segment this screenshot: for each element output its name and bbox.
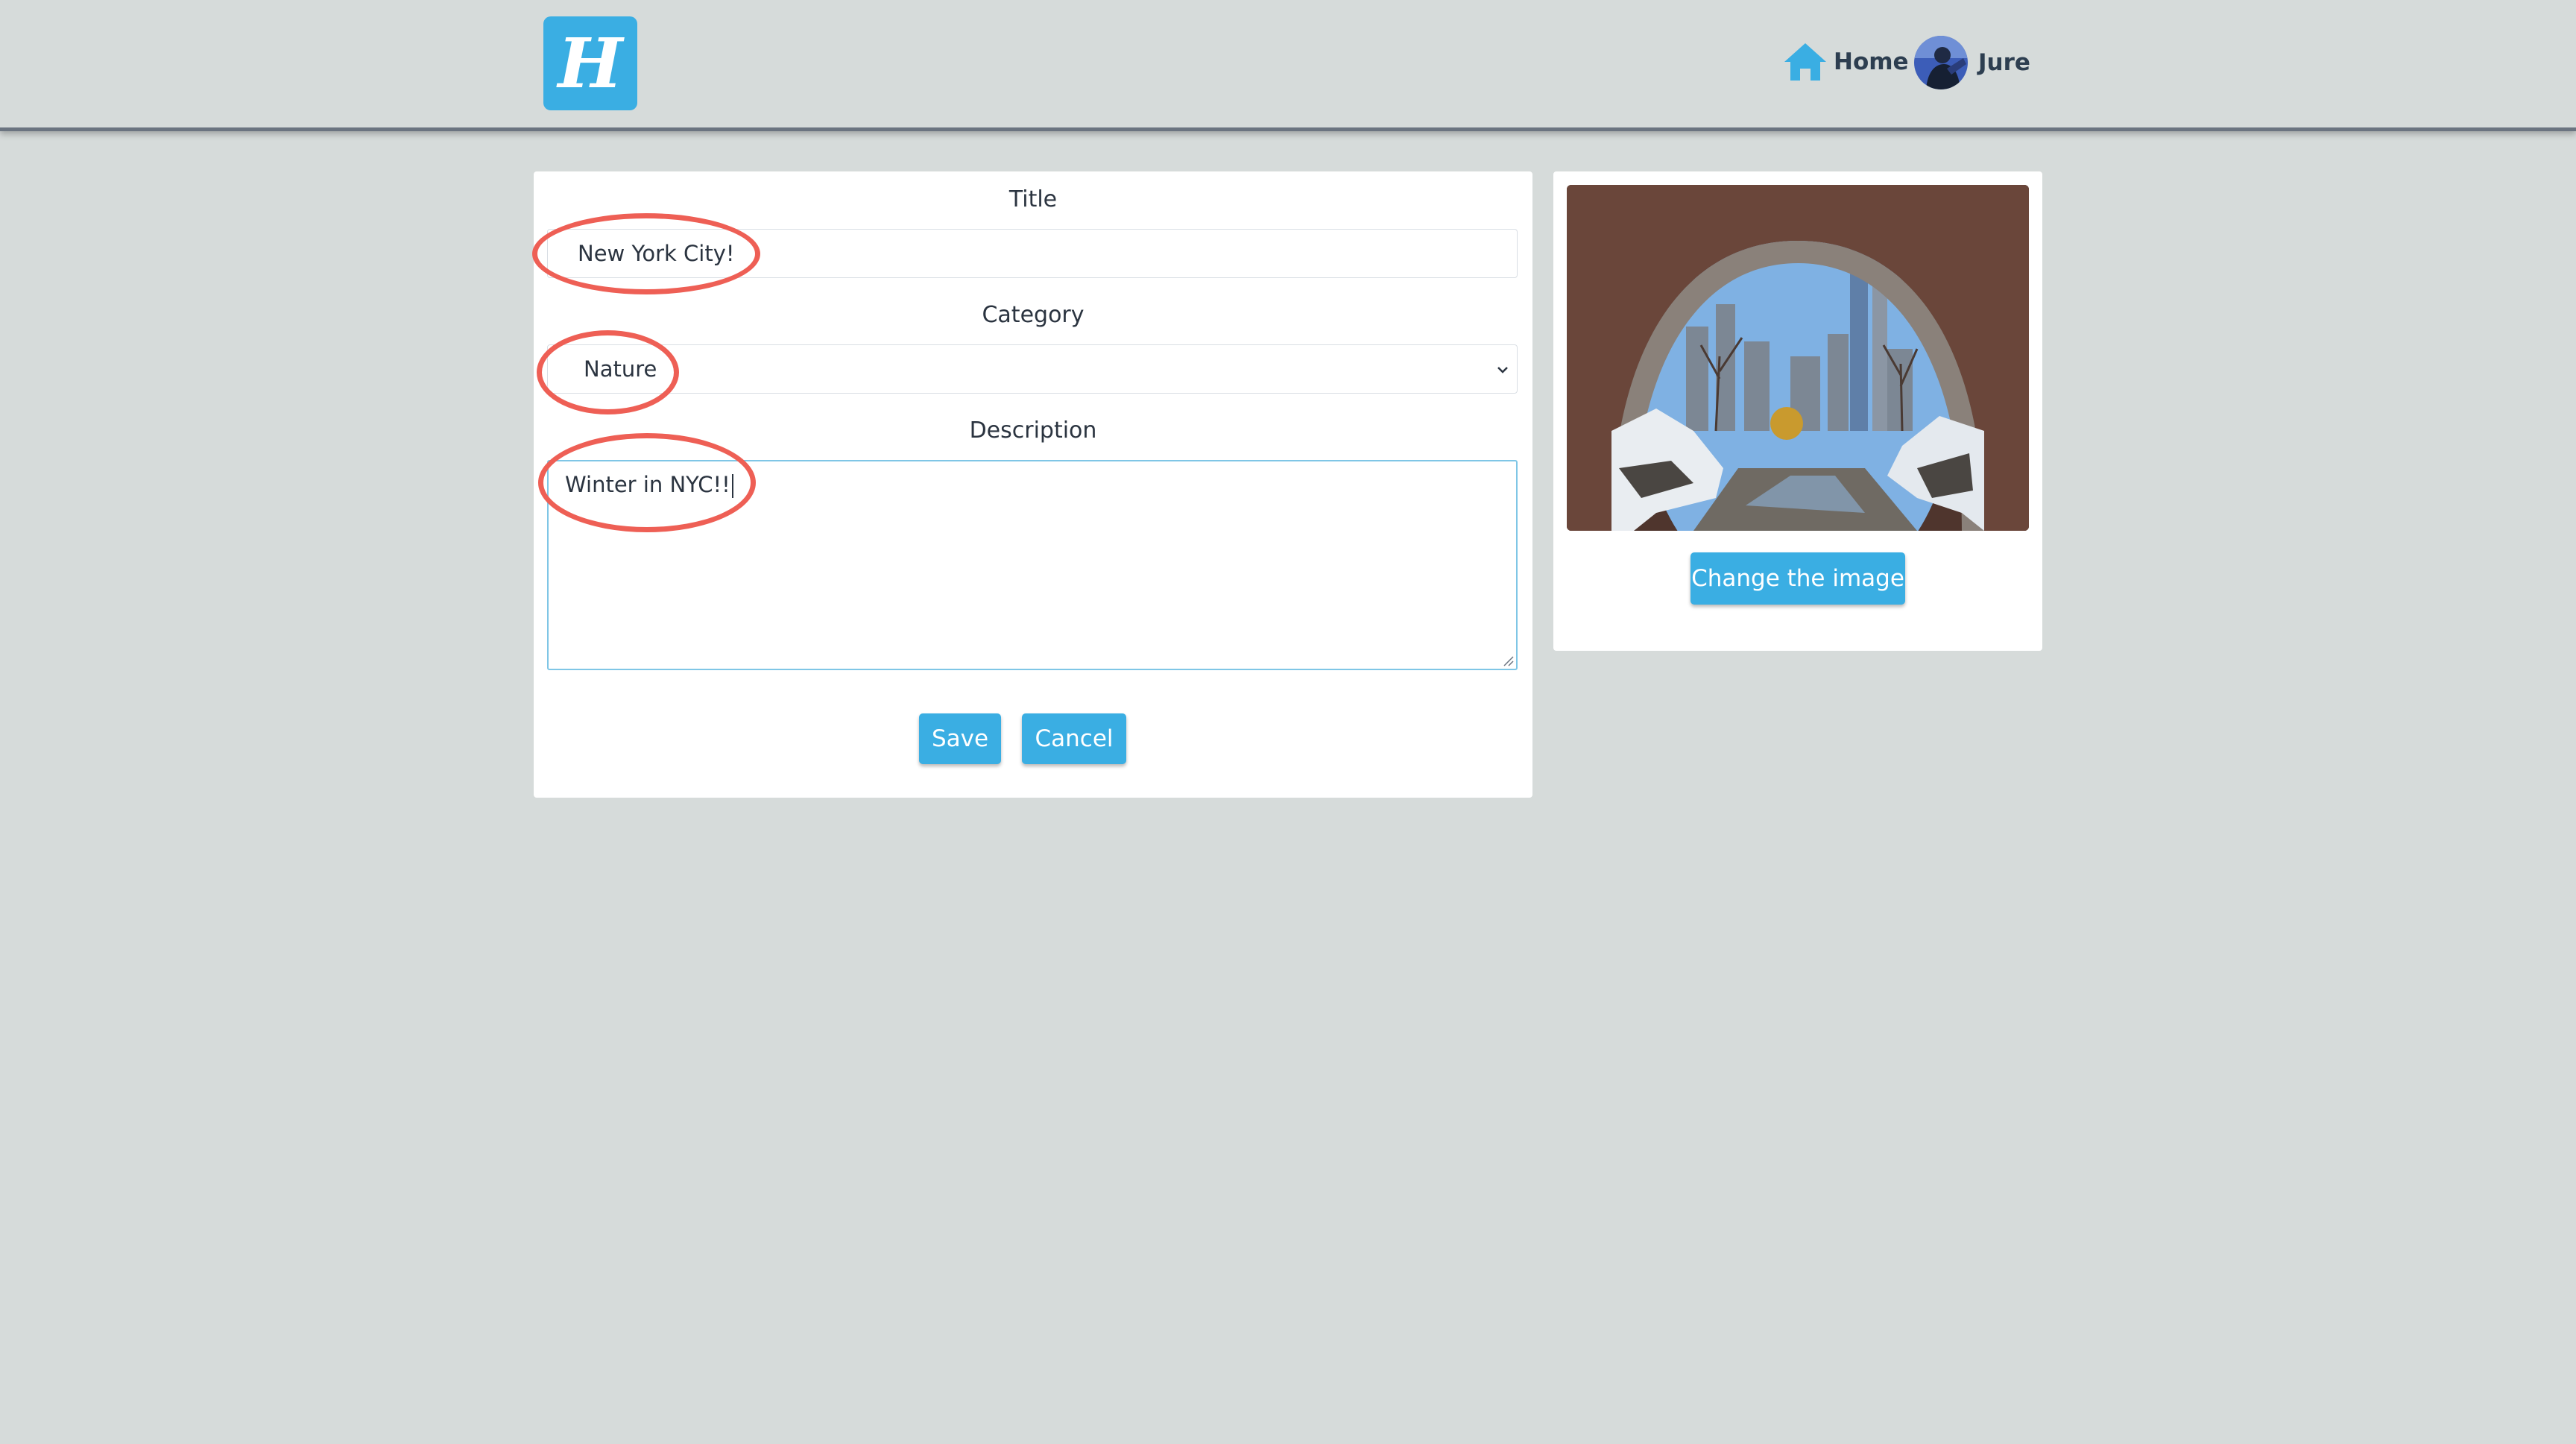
annotation-ellipse-title	[532, 213, 760, 294]
change-image-button[interactable]: Change the image	[1690, 552, 1905, 605]
nav-user-name: Jure	[1978, 49, 2030, 76]
image-panel: Change the image	[1553, 171, 2042, 651]
category-label: Category	[982, 302, 1085, 328]
nav-user-profile[interactable]: Jure	[1914, 36, 2030, 89]
nav-home-label: Home	[1834, 48, 1909, 75]
post-image	[1567, 185, 2029, 531]
annotation-ellipse-category	[537, 330, 679, 414]
annotation-ellipse-description	[538, 433, 756, 532]
avatar	[1914, 36, 1968, 89]
cancel-button-label: Cancel	[1035, 725, 1114, 752]
resize-grip-icon[interactable]	[1501, 654, 1515, 667]
nav-home-link[interactable]: Home	[1783, 40, 1909, 83]
edit-post-form: Title New York City! Category Nature Des…	[532, 171, 1532, 798]
chevron-down-icon	[1497, 367, 1508, 373]
logo-letter: H	[558, 23, 623, 104]
app-logo[interactable]: H	[543, 16, 637, 110]
save-button-label: Save	[931, 725, 989, 752]
cancel-button[interactable]: Cancel	[1022, 713, 1126, 764]
home-icon	[1784, 43, 1826, 81]
category-select[interactable]: Nature	[547, 344, 1518, 394]
title-label: Title	[1008, 186, 1058, 212]
save-button[interactable]: Save	[919, 713, 1001, 764]
top-navbar: H Home Jure	[0, 0, 2576, 131]
change-image-label: Change the image	[1691, 565, 1904, 592]
